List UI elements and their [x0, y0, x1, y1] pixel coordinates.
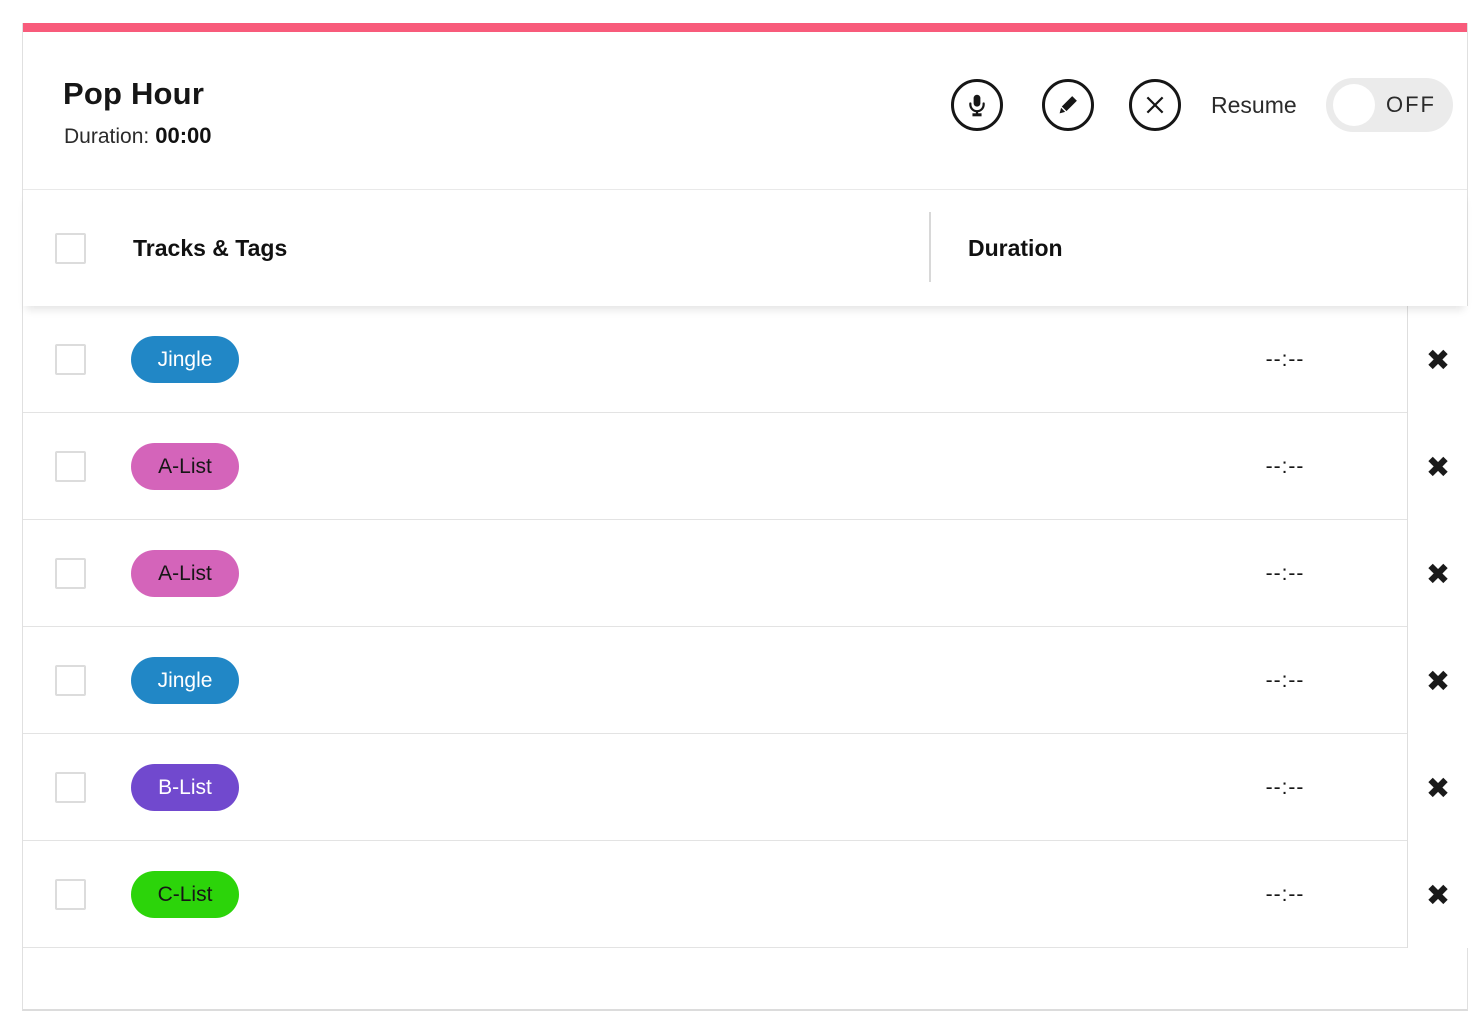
edit-button[interactable] — [1042, 79, 1094, 131]
toggle-knob — [1333, 84, 1375, 126]
duration-label: Duration: — [64, 125, 149, 148]
tag-pill: A-List — [131, 550, 239, 597]
cancel-button[interactable] — [1129, 79, 1181, 131]
row-checkbox[interactable] — [55, 665, 86, 696]
resume-toggle[interactable]: OFF — [1326, 78, 1453, 132]
total-duration: Duration: 00:00 — [64, 123, 212, 149]
row-checkbox[interactable] — [55, 344, 86, 375]
accent-bar — [23, 23, 1467, 32]
row-duration: --:-- — [1235, 734, 1335, 841]
page-title: Pop Hour — [63, 76, 204, 112]
remove-row-button[interactable]: ✖ — [1407, 306, 1468, 413]
toggle-state-label: OFF — [1386, 78, 1436, 132]
table-row[interactable]: Jingle --:-- ✖ — [23, 306, 1467, 413]
microphone-icon — [963, 91, 991, 119]
row-checkbox[interactable] — [55, 879, 86, 910]
card-header: Pop Hour Duration: 00:00 Resume — [23, 32, 1467, 190]
microphone-button[interactable] — [951, 79, 1003, 131]
row-checkbox[interactable] — [55, 558, 86, 589]
tag-pill: C-List — [131, 871, 239, 918]
tag-pill: Jingle — [131, 657, 239, 704]
remove-row-button[interactable]: ✖ — [1407, 841, 1468, 948]
tag-pill: Jingle — [131, 336, 239, 383]
row-checkbox[interactable] — [55, 451, 86, 482]
remove-row-button[interactable]: ✖ — [1407, 627, 1468, 734]
row-duration: --:-- — [1235, 627, 1335, 734]
remove-row-button[interactable]: ✖ — [1407, 734, 1468, 841]
row-duration: --:-- — [1235, 520, 1335, 627]
tag-pill: B-List — [131, 764, 239, 811]
table-row[interactable]: A-List --:-- ✖ — [23, 520, 1467, 627]
cancel-icon — [1140, 90, 1170, 120]
row-checkbox[interactable] — [55, 772, 86, 803]
column-header-tracks-tags: Tracks & Tags — [133, 190, 287, 306]
table-row[interactable]: C-List --:-- ✖ — [23, 841, 1467, 948]
table-footer — [23, 948, 1467, 1003]
table-row[interactable]: A-List --:-- ✖ — [23, 413, 1467, 520]
table-row[interactable]: Jingle --:-- ✖ — [23, 627, 1467, 734]
track-list: Jingle --:-- ✖ A-List --:-- ✖ A-List --:… — [23, 306, 1467, 948]
tag-pill: A-List — [131, 443, 239, 490]
table-header: Tracks & Tags Duration — [23, 190, 1467, 306]
remove-row-button[interactable]: ✖ — [1407, 520, 1468, 627]
remove-row-button[interactable]: ✖ — [1407, 413, 1468, 520]
column-header-duration: Duration — [968, 190, 1063, 306]
row-duration: --:-- — [1235, 306, 1335, 413]
table-row[interactable]: B-List --:-- ✖ — [23, 734, 1467, 841]
row-duration: --:-- — [1235, 841, 1335, 948]
row-duration: --:-- — [1235, 413, 1335, 520]
edit-icon — [1054, 91, 1082, 119]
resume-label: Resume — [1211, 92, 1297, 119]
playlist-card: Pop Hour Duration: 00:00 Resume — [22, 23, 1468, 1011]
duration-value: 00:00 — [155, 123, 211, 148]
select-all-checkbox[interactable] — [55, 233, 86, 264]
column-divider — [929, 212, 931, 282]
